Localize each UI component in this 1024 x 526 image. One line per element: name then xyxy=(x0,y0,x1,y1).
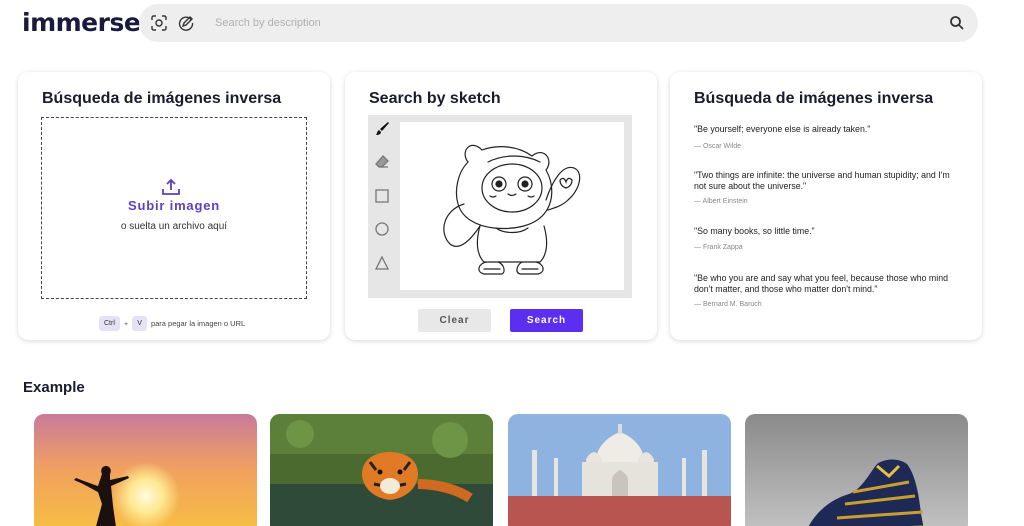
example-heading: Example xyxy=(23,379,85,396)
logo[interactable]: immerse xyxy=(22,8,141,37)
drop-hint: o suelta un archivo aquí xyxy=(120,221,228,232)
quote-author: — Frank Zappa xyxy=(694,244,743,251)
search-input[interactable] xyxy=(215,13,915,33)
triangle-icon[interactable] xyxy=(374,255,390,271)
upload-icon xyxy=(160,177,182,197)
clear-button[interactable]: Clear xyxy=(418,309,491,332)
sketch-icon[interactable] xyxy=(177,14,195,32)
search-bar xyxy=(139,4,978,42)
sketch-card: Search by sketch Clear Search xyxy=(345,72,657,340)
card-title: Búsqueda de imágenes inversa xyxy=(694,90,934,107)
quote-text: "Be yourself; everyone else is already t… xyxy=(694,124,871,134)
search-icon[interactable] xyxy=(948,14,966,32)
eraser-icon[interactable] xyxy=(374,154,390,170)
v-key: V xyxy=(132,315,147,331)
sketch-search-button[interactable]: Search xyxy=(510,309,583,332)
header: immerse xyxy=(0,0,1024,48)
example-image-sunset[interactable] xyxy=(34,414,257,526)
example-image-taj-mahal[interactable] xyxy=(508,414,731,526)
example-image-tiger[interactable] xyxy=(270,414,493,526)
sketch-area xyxy=(368,115,632,298)
plus-sign: + xyxy=(123,318,129,328)
quotes-card: Búsqueda de imágenes inversa "Be yoursel… xyxy=(670,72,982,340)
quote-text: "So many books, so little time." xyxy=(694,226,815,236)
quote-author: — Albert Einstein xyxy=(694,198,748,205)
circle-icon[interactable] xyxy=(374,221,390,237)
image-dropzone[interactable]: Subir imagen o suelta un archivo aquí xyxy=(41,117,307,299)
paste-hint-text: para pegar la imagen o URL xyxy=(150,318,246,328)
quote-author: — Oscar Wilde xyxy=(694,143,742,150)
reverse-search-card: Búsqueda de imágenes inversa Subir image… xyxy=(18,72,330,340)
card-title: Search by sketch xyxy=(369,90,501,107)
example-image-sneaker[interactable] xyxy=(745,414,968,526)
square-icon[interactable] xyxy=(374,188,390,204)
brush-icon[interactable] xyxy=(374,121,390,137)
quote-text: "Be who you are and say what you feel, b… xyxy=(694,273,948,294)
quote-author: — Bernard M. Baruch xyxy=(694,301,762,308)
quote-text: "Two things are infinite: the universe a… xyxy=(694,170,950,191)
card-title: Búsqueda de imágenes inversa xyxy=(42,90,282,107)
camera-scan-icon[interactable] xyxy=(150,14,168,32)
ctrl-key: Ctrl xyxy=(99,315,120,331)
sketch-canvas[interactable] xyxy=(400,122,624,290)
paste-hint: Ctrl + V para pegar la imagen o URL xyxy=(99,314,245,332)
upload-image-button[interactable]: Subir imagen xyxy=(42,198,306,213)
